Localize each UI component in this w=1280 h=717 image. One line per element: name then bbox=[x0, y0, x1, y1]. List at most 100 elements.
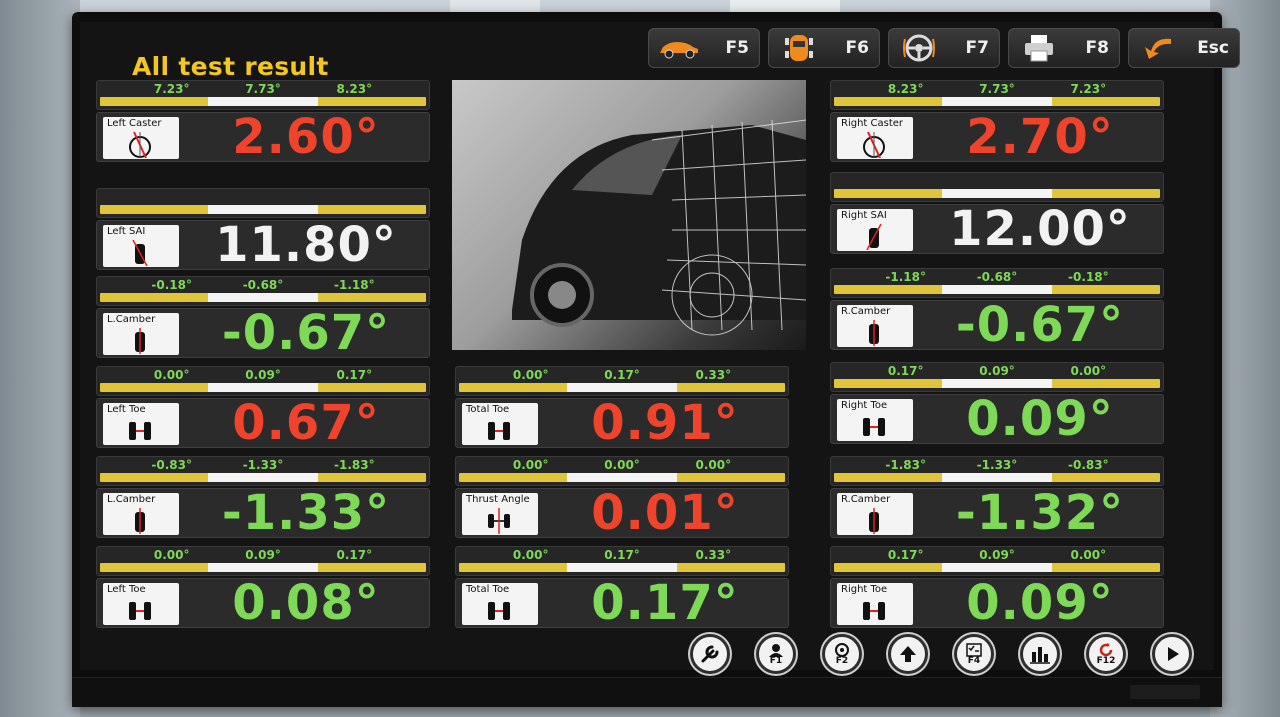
card-label: Right Toe bbox=[841, 584, 888, 595]
monitor-bezel bbox=[72, 677, 1222, 707]
sai-badge: Right SAI bbox=[837, 209, 913, 251]
f1-user-button[interactable]: F1 bbox=[756, 634, 796, 674]
f5-label: F5 bbox=[725, 38, 749, 58]
card-thrust-angle: 0.00° 0.00° 0.00° Thrust Angle 0.01° bbox=[455, 456, 789, 541]
caster-badge: Left Caster bbox=[103, 117, 179, 159]
toe-badge: Left Toe bbox=[103, 403, 179, 445]
tolerance-range bbox=[100, 563, 426, 572]
tolerance-ticks: 0.00° 0.17° 0.33° bbox=[455, 368, 789, 382]
f12-refresh-button[interactable]: F12 bbox=[1086, 634, 1126, 674]
value-box[interactable]: Left SAI 11.80° bbox=[96, 219, 430, 271]
tick-mid: 0.09° bbox=[245, 548, 281, 562]
tick-mid: 7.73° bbox=[245, 82, 281, 96]
esc-button[interactable]: Esc bbox=[1128, 28, 1240, 68]
tick-min: 0.00° bbox=[512, 368, 549, 382]
tick-mid: 0.00° bbox=[604, 458, 640, 472]
f4-checklist-button[interactable]: F4 bbox=[954, 634, 994, 674]
value-box[interactable]: L.Camber -1.33° bbox=[96, 487, 430, 539]
tire-icon bbox=[132, 239, 148, 266]
tick-mid: 0.09° bbox=[245, 368, 281, 382]
thrust-axle-icon bbox=[488, 508, 510, 534]
value-box[interactable]: Left Toe 0.08° bbox=[96, 575, 430, 631]
value-box[interactable]: Right SAI 12.00° bbox=[830, 203, 1164, 255]
tolerance-range bbox=[834, 563, 1160, 572]
value-box[interactable]: R.Camber -1.32° bbox=[830, 487, 1164, 539]
axle-icon bbox=[863, 602, 885, 620]
f8-label: F8 bbox=[1085, 38, 1109, 58]
toe-badge: Total Toe bbox=[462, 403, 538, 445]
card-label: L.Camber bbox=[107, 494, 156, 505]
measurement-value: 2.70° bbox=[966, 109, 1114, 165]
value-box[interactable]: L.Camber -0.67° bbox=[96, 307, 430, 359]
car-wireframe-image bbox=[452, 80, 806, 350]
f8-button[interactable]: F8 bbox=[1008, 28, 1120, 68]
card-l-camber: -0.83° -1.33° -1.83° L.Camber -1.33° bbox=[96, 456, 430, 539]
measurement-value: -0.67° bbox=[955, 297, 1125, 353]
card-label: Left Caster bbox=[107, 118, 162, 129]
checklist-icon bbox=[966, 642, 982, 657]
tick-min: 0.00° bbox=[512, 458, 549, 472]
tolerance-ticks: -0.18° -0.68° -1.18° bbox=[96, 278, 430, 292]
tick-mid: 0.17° bbox=[604, 368, 640, 382]
tick-max: -1.18° bbox=[334, 278, 375, 292]
value-box[interactable]: Left Caster 2.60° bbox=[96, 111, 430, 163]
value-box[interactable]: Left Toe 0.67° bbox=[96, 397, 430, 449]
tolerance-range bbox=[459, 473, 785, 482]
measurement-value: 0.01° bbox=[591, 485, 739, 541]
tick-min: 0.00° bbox=[512, 548, 549, 562]
tolerance-ticks: 0.17° 0.09° 0.00° bbox=[830, 548, 1164, 562]
value-box[interactable]: Right Toe 0.09° bbox=[830, 577, 1164, 629]
tolerance-range bbox=[834, 97, 1160, 106]
steering-wheel-icon bbox=[897, 33, 941, 63]
f2-target-button[interactable]: F2 bbox=[822, 634, 862, 674]
tick-mid: 0.09° bbox=[979, 364, 1015, 378]
axle-icon bbox=[863, 418, 885, 436]
tick-mid: 7.73° bbox=[979, 82, 1015, 96]
card-r-camber: -1.83° -1.33° -0.83° R.Camber -1.32° bbox=[830, 456, 1164, 539]
printer-icon bbox=[1017, 33, 1061, 63]
tick-max: 7.23° bbox=[1070, 82, 1107, 96]
value-box[interactable]: Total Toe 0.91° bbox=[455, 397, 789, 449]
f5-button[interactable]: F5 bbox=[648, 28, 760, 68]
bar-chart-icon bbox=[1030, 647, 1050, 664]
play-icon bbox=[1168, 647, 1179, 661]
card-right-sai: Right SAI 12.00° bbox=[830, 172, 1164, 255]
upload-button[interactable] bbox=[888, 634, 928, 674]
tolerance-range bbox=[100, 205, 426, 214]
card-right-toe: 0.17° 0.09° 0.00° Right Toe 0.09° bbox=[830, 546, 1164, 629]
tick-max: 0.00° bbox=[695, 458, 732, 472]
tick-mid: -0.68° bbox=[976, 270, 1018, 284]
f7-button[interactable]: F7 bbox=[888, 28, 1000, 68]
card-right-toe: 0.17° 0.09° 0.00° Right Toe 0.09° bbox=[830, 362, 1164, 445]
esc-label: Esc bbox=[1197, 38, 1229, 58]
toe-badge: Right Toe bbox=[837, 583, 913, 625]
tick-mid: 0.09° bbox=[979, 548, 1015, 562]
tick-min: -0.83° bbox=[151, 458, 192, 472]
tolerance-range bbox=[100, 383, 426, 392]
app-screen: All test result F5 F6 F7 F8 Esc 7.23° 7.… bbox=[80, 22, 1240, 674]
tolerance-ticks: 8.23° 7.73° 7.23° bbox=[830, 82, 1164, 96]
value-box[interactable]: Thrust Angle 0.01° bbox=[455, 485, 789, 541]
f6-button[interactable]: F6 bbox=[768, 28, 880, 68]
measurement-value: 0.08° bbox=[232, 575, 380, 631]
value-box[interactable]: Right Caster 2.70° bbox=[830, 109, 1164, 165]
next-button[interactable] bbox=[1152, 634, 1192, 674]
card-label: Left SAI bbox=[107, 226, 146, 237]
report-chart-button[interactable] bbox=[1020, 634, 1060, 674]
tolerance-range bbox=[100, 97, 426, 106]
toe-badge: Right Toe bbox=[837, 399, 913, 441]
tolerance-ticks: 0.00° 0.17° 0.33° bbox=[455, 548, 789, 562]
tools-button[interactable] bbox=[690, 634, 730, 674]
tolerance-ticks: 0.17° 0.09° 0.00° bbox=[830, 364, 1164, 378]
bottom-navigation: F1 F2 F4 F12 bbox=[690, 634, 1192, 674]
tick-mid: -0.68° bbox=[242, 278, 284, 292]
tire-icon bbox=[869, 320, 879, 346]
value-box[interactable]: Total Toe 0.17° bbox=[455, 577, 789, 629]
tolerance-range bbox=[459, 563, 785, 572]
camber-badge: R.Camber bbox=[837, 305, 913, 347]
back-arrow-icon bbox=[1137, 33, 1181, 63]
value-box[interactable]: R.Camber -0.67° bbox=[830, 297, 1164, 353]
tolerance-ticks: 0.00° 0.00° 0.00° bbox=[455, 458, 789, 472]
value-box[interactable]: Right Toe 0.09° bbox=[830, 393, 1164, 445]
card-label: Thrust Angle bbox=[466, 494, 530, 505]
